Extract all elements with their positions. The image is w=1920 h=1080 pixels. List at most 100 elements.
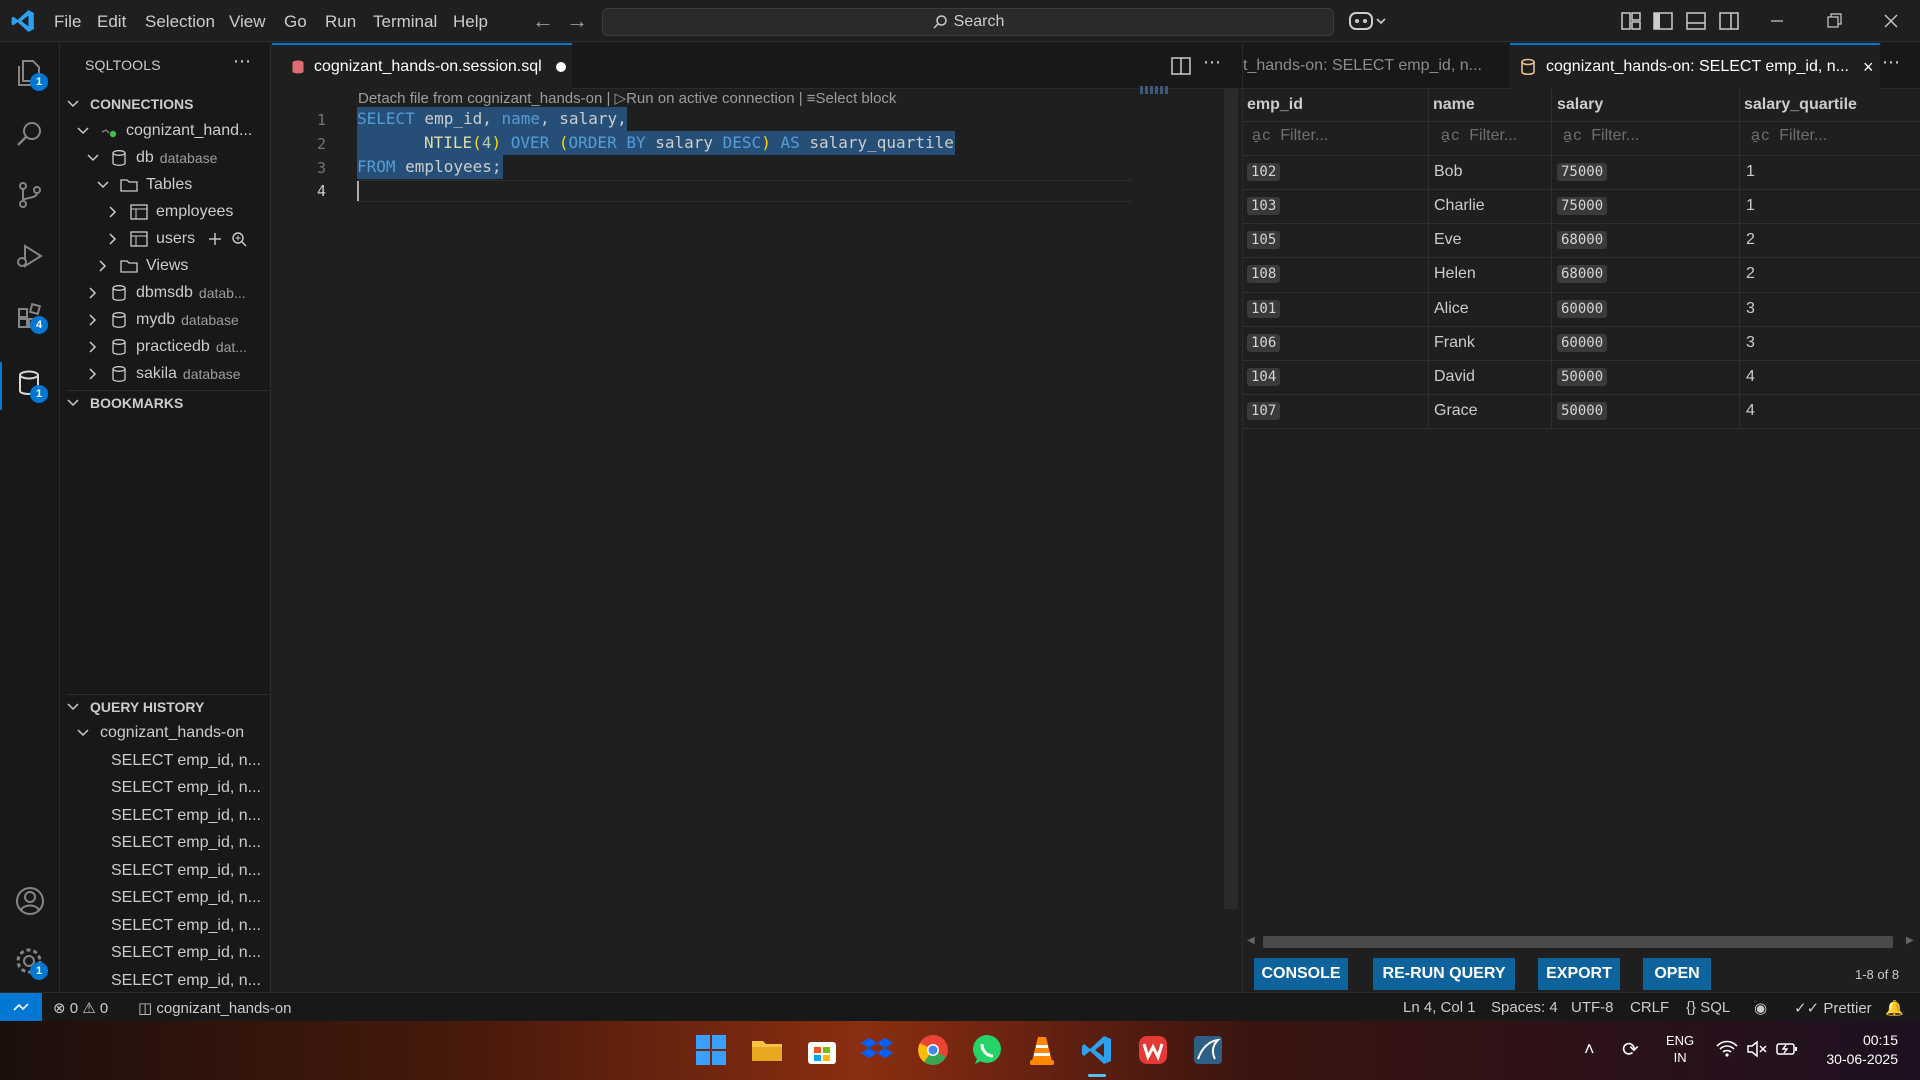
whatsapp-icon[interactable] — [970, 1033, 1004, 1067]
cell-name[interactable]: Alice — [1434, 300, 1469, 318]
menu-view[interactable]: View — [229, 12, 266, 32]
history-item[interactable]: SELECT emp_id, n... — [111, 917, 261, 935]
cell-emp-id[interactable]: 108 — [1247, 265, 1281, 283]
views-folder[interactable]: Views — [96, 255, 188, 277]
history-item[interactable]: SELECT emp_id, n... — [111, 752, 261, 770]
cell-quartile[interactable]: 3 — [1746, 300, 1755, 318]
column-divider[interactable] — [1428, 89, 1429, 429]
language-mode[interactable]: {} SQL — [1686, 999, 1730, 1016]
menu-run[interactable]: Run — [325, 12, 356, 32]
db-item-dbmsdb[interactable]: dbmsdb datab... — [86, 282, 246, 304]
history-group[interactable]: cognizant_hands-on — [76, 722, 244, 744]
unsaved-dot-icon[interactable] — [555, 62, 566, 72]
cell-salary[interactable]: 68000 — [1557, 265, 1608, 283]
cell-salary[interactable]: 68000 — [1557, 231, 1608, 249]
rerun-query-button[interactable]: RE-RUN QUERY — [1373, 958, 1515, 990]
copilot-status-icon[interactable]: ◉ — [1754, 999, 1767, 1017]
toggle-panel-icon[interactable] — [1685, 10, 1707, 32]
extensions-icon[interactable]: 4 — [14, 300, 48, 334]
menu-edit[interactable]: Edit — [97, 12, 126, 32]
volume-muted-icon[interactable] — [1746, 1040, 1768, 1058]
cell-emp-id[interactable]: 107 — [1247, 402, 1281, 420]
mysql-workbench-icon[interactable] — [1191, 1033, 1225, 1067]
results-horizontal-scrollbar[interactable] — [1263, 936, 1893, 948]
cell-emp-id[interactable]: 106 — [1247, 334, 1281, 352]
cell-salary[interactable]: 50000 — [1557, 402, 1608, 420]
cell-salary[interactable]: 75000 — [1557, 197, 1608, 215]
notifications-bell-icon[interactable]: 🔔 — [1885, 999, 1904, 1017]
filter-salary-quartile[interactable]: a̱ c Filter... — [1751, 127, 1827, 145]
connection-item[interactable]: cognizant_hand... — [76, 120, 252, 142]
explorer-icon[interactable]: 1 — [14, 57, 48, 91]
tables-folder[interactable]: Tables — [96, 174, 192, 196]
cell-salary[interactable]: 60000 — [1557, 334, 1608, 352]
cell-name[interactable]: Grace — [1434, 402, 1478, 420]
cell-emp-id[interactable]: 105 — [1247, 231, 1281, 249]
split-editor-icon[interactable] — [1170, 55, 1192, 77]
history-item[interactable]: SELECT emp_id, n... — [111, 972, 261, 990]
vscode-logo-icon[interactable] — [10, 8, 36, 34]
end-of-line[interactable]: CRLF — [1630, 999, 1669, 1016]
history-item[interactable]: SELECT emp_id, n... — [111, 862, 261, 880]
db-item[interactable]: db database — [86, 147, 217, 169]
minimap[interactable] — [1140, 86, 1170, 94]
scroll-right-icon[interactable]: ▶ — [1906, 935, 1914, 946]
vlc-icon[interactable] — [1025, 1033, 1059, 1067]
export-button[interactable]: EXPORT — [1538, 958, 1620, 990]
battery-charging-icon[interactable] — [1776, 1040, 1798, 1058]
cell-quartile[interactable]: 1 — [1746, 163, 1755, 181]
menu-terminal[interactable]: Terminal — [373, 12, 437, 32]
db-item-practicedb[interactable]: practicedb dat... — [86, 336, 247, 358]
db-item-sakila[interactable]: sakila database — [86, 363, 241, 385]
history-item[interactable]: SELECT emp_id, n... — [111, 834, 261, 852]
sync-icon[interactable]: ⟳ — [1622, 1037, 1639, 1062]
forward-arrow-icon[interactable]: → — [566, 8, 588, 34]
menu-help[interactable]: Help — [453, 12, 488, 32]
close-tab-icon[interactable]: × — [1863, 57, 1874, 78]
minimize-icon[interactable] — [1766, 10, 1788, 32]
close-window-icon[interactable] — [1880, 10, 1902, 32]
filter-name[interactable]: a̱ c Filter... — [1441, 127, 1517, 145]
filter-emp-id[interactable]: a̱ c Filter... — [1252, 127, 1328, 145]
history-item[interactable]: SELECT emp_id, n... — [111, 807, 261, 825]
column-header-salary-quartile[interactable]: salary_quartile — [1744, 96, 1857, 114]
codelens-select[interactable]: Select block — [816, 90, 897, 107]
cursor-position[interactable]: Ln 4, Col 1 — [1403, 999, 1476, 1016]
editor-more-icon[interactable]: ⋯ — [1203, 52, 1221, 73]
indentation[interactable]: Spaces: 4 — [1491, 999, 1558, 1016]
code-line-3[interactable]: FROM employees; — [357, 157, 502, 176]
cell-name[interactable]: David — [1434, 368, 1475, 386]
results-more-icon[interactable]: ⋯ — [1882, 52, 1900, 73]
connections-section-header[interactable]: CONNECTIONS — [66, 93, 193, 115]
cell-quartile[interactable]: 3 — [1746, 334, 1755, 352]
code-line-1[interactable]: SELECT emp_id, name, salary, — [357, 109, 627, 128]
history-item[interactable]: SELECT emp_id, n... — [111, 944, 261, 962]
history-item[interactable]: SELECT emp_id, n... — [111, 779, 261, 797]
toggle-primary-sidebar-icon[interactable] — [1652, 10, 1674, 32]
restore-icon[interactable] — [1823, 10, 1845, 32]
cell-name[interactable]: Helen — [1434, 265, 1476, 283]
code-line-2[interactable]: NTILE(4) OVER (ORDER BY salary DESC) AS … — [424, 133, 954, 152]
history-item[interactable]: SELECT emp_id, n... — [111, 889, 261, 907]
microsoft-store-icon[interactable] — [805, 1033, 839, 1067]
remote-indicator[interactable] — [0, 993, 42, 1021]
show-hidden-icons-chevron-icon[interactable]: ˄ — [1584, 1039, 1595, 1060]
db-item-mydb[interactable]: mydb database — [86, 309, 239, 331]
vscode-taskbar-icon[interactable] — [1080, 1033, 1114, 1067]
chrome-icon[interactable] — [916, 1033, 950, 1067]
cell-quartile[interactable]: 1 — [1746, 197, 1755, 215]
add-icon[interactable] — [207, 231, 223, 247]
encoding[interactable]: UTF-8 — [1571, 999, 1614, 1016]
results-tab-active[interactable]: cognizant_hands-on: SELECT emp_id, n... … — [1510, 43, 1880, 89]
column-header-salary[interactable]: salary — [1557, 96, 1603, 114]
prettier-status[interactable]: ✓✓ Prettier — [1794, 999, 1872, 1017]
clock[interactable]: 00:15 30-06-2025 — [1818, 1031, 1898, 1069]
query-history-section-header[interactable]: QUERY HISTORY — [66, 694, 270, 716]
column-header-name[interactable]: name — [1433, 96, 1475, 114]
copilot-icon[interactable] — [1348, 9, 1388, 33]
accounts-icon[interactable] — [14, 885, 46, 917]
column-header-emp-id[interactable]: emp_id — [1247, 96, 1303, 114]
cell-quartile[interactable]: 4 — [1746, 368, 1755, 386]
run-debug-icon[interactable] — [14, 240, 46, 272]
editor-scrollbar[interactable] — [1224, 89, 1238, 909]
